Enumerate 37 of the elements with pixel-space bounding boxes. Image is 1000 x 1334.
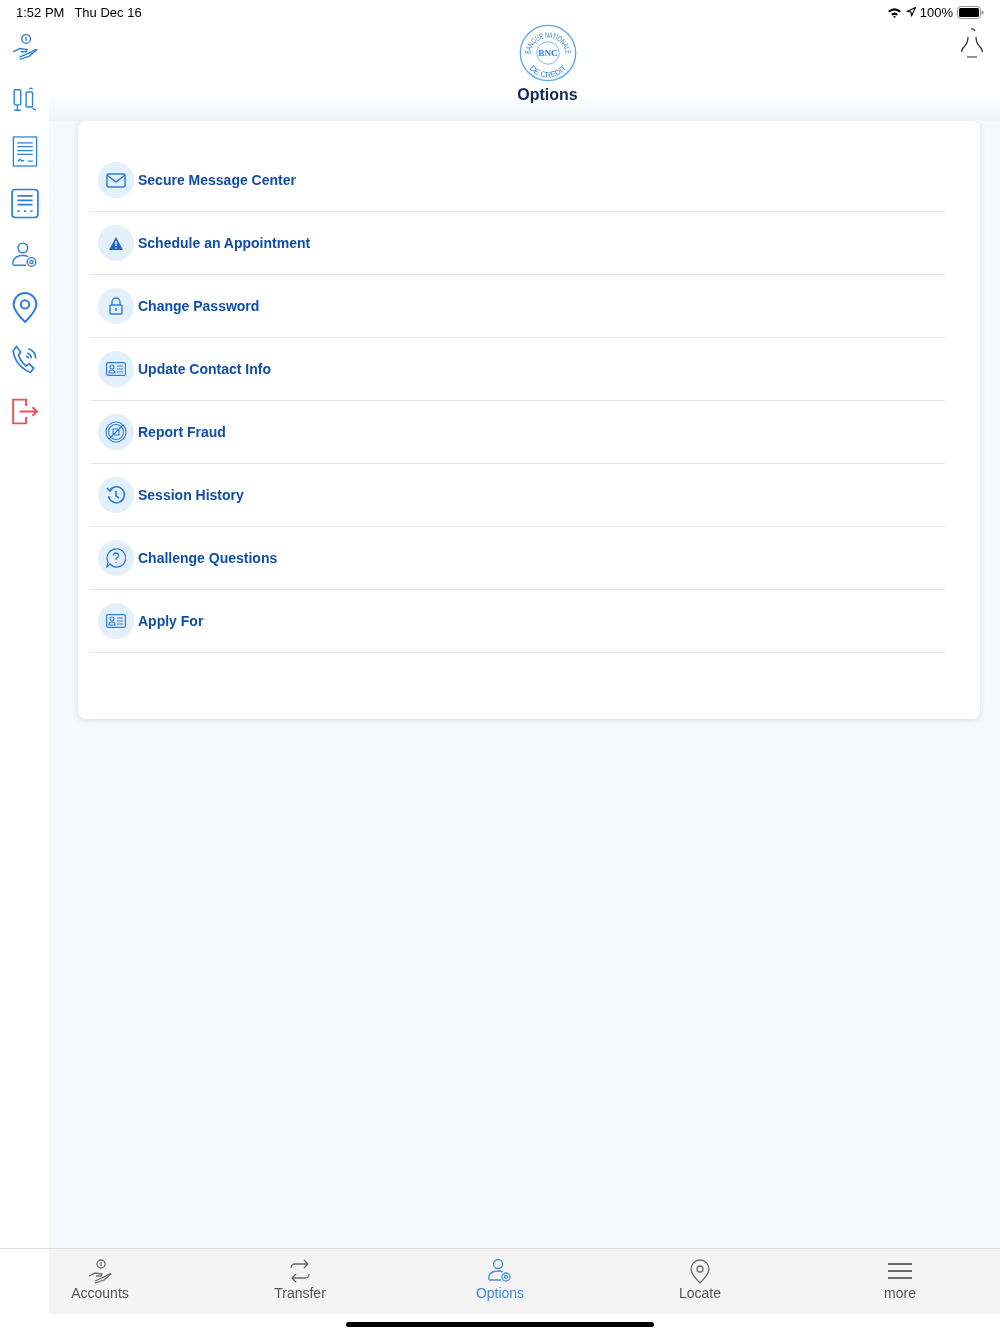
battery-icon [957, 5, 984, 19]
location-pin-icon [687, 1258, 713, 1284]
warning-icon [109, 236, 123, 250]
tab[interactable]: Accounts [0, 1249, 200, 1314]
wifi-icon [886, 6, 902, 18]
menu-item[interactable]: Report Fraud [90, 401, 945, 464]
location-arrow-icon [905, 7, 916, 17]
question-bubble-icon [106, 548, 126, 568]
location-pin-icon[interactable] [10, 292, 39, 323]
tab[interactable]: Transfer [200, 1249, 400, 1314]
id-card-icon [106, 362, 126, 376]
document-icon[interactable] [10, 136, 39, 167]
hand-coin-icon[interactable] [10, 32, 39, 63]
status-date: Thu Dec 16 [74, 4, 142, 20]
status-time: 1:52 PM [16, 4, 65, 20]
hand-coin-icon [87, 1258, 113, 1284]
menu-item[interactable]: Secure Message Center [90, 149, 945, 212]
menu-item[interactable]: Change Password [90, 275, 945, 338]
envelope-icon [106, 172, 126, 188]
tab[interactable]: Locate [600, 1249, 800, 1314]
tab[interactable]: more [800, 1249, 1000, 1314]
logout-icon[interactable] [10, 396, 39, 427]
user-settings-icon [487, 1258, 513, 1284]
phone-call-icon[interactable] [10, 344, 39, 375]
padlock-icon [109, 297, 123, 315]
battery-percent: 100% [919, 4, 953, 20]
page-title: Options [517, 86, 578, 104]
transfer-arrows-icon [287, 1258, 313, 1284]
menu-item[interactable]: Session History [90, 464, 945, 527]
bill-icon[interactable] [10, 188, 39, 219]
crossed-badge-icon [105, 421, 127, 443]
menu-item[interactable]: Schedule an Appointment [90, 212, 945, 275]
id-card-icon [106, 614, 126, 628]
menu-item[interactable]: Apply For [90, 590, 945, 653]
history-icon [106, 485, 126, 505]
menu-item[interactable]: Update Contact Info [90, 338, 945, 401]
menu-item[interactable]: Challenge Questions [90, 527, 945, 590]
